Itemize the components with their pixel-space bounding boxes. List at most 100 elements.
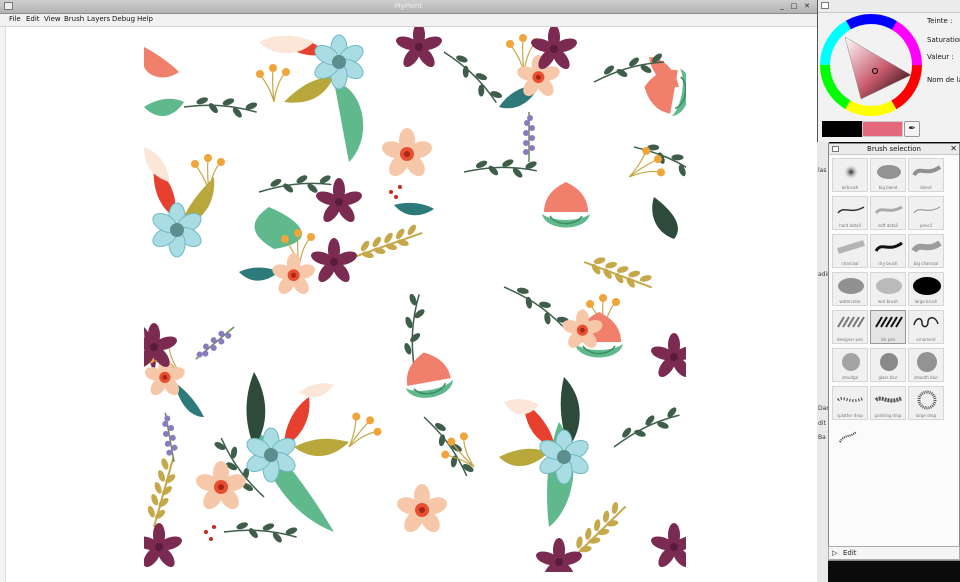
floral-artwork[interactable]: [144, 27, 686, 572]
color-name-label: Nom de la c: [927, 76, 960, 84]
brush-label: watercolor: [839, 299, 861, 304]
brush-label: charcoal: [841, 261, 859, 266]
brush-preview: [912, 165, 942, 177]
brush-tile[interactable]: glass blur: [870, 348, 906, 382]
brush-preview: [837, 316, 865, 328]
brush-preview: [837, 206, 865, 214]
brush-tile[interactable]: smooth blur: [908, 348, 944, 382]
menu-help[interactable]: Help: [137, 15, 153, 23]
edit-label: Edit: [843, 549, 857, 557]
brush-tile[interactable]: splatter drop: [832, 386, 868, 420]
menu-debug[interactable]: Debug: [112, 15, 135, 23]
brush-tile[interactable]: hard detail: [832, 196, 868, 230]
secondary-color-swatch[interactable]: [862, 121, 903, 137]
hue-label: Teinte :: [927, 17, 953, 25]
brush-preview: [913, 277, 941, 295]
brush-label: hard detail: [839, 223, 861, 228]
brush-tile[interactable]: big blend: [870, 158, 906, 192]
brush-label: blend: [920, 185, 932, 190]
brush-label: large drop: [915, 413, 937, 418]
brush-window-title: Brush selection: [867, 145, 921, 153]
brush-tile[interactable]: painting drop: [870, 386, 906, 420]
brush-tile[interactable]: large brush: [908, 272, 944, 306]
brush-edit-expander[interactable]: ▷ Edit: [828, 546, 960, 560]
brush-tile[interactable]: ornament: [908, 310, 944, 344]
brush-tile[interactable]: pencil: [908, 196, 944, 230]
brush-tile[interactable]: ink pen: [870, 310, 906, 344]
brush-label: airbrush: [841, 185, 859, 190]
brush-tile[interactable]: blend: [908, 158, 944, 192]
brush-preview: [911, 240, 942, 253]
brush-tile[interactable]: designer pen: [832, 310, 868, 344]
menu-brush[interactable]: Brush: [64, 15, 84, 23]
edge-text: Ba: [818, 434, 826, 441]
desktop-strip: [828, 561, 960, 582]
brush-label: big charcoal: [913, 261, 939, 266]
brush-label: dry brush: [878, 261, 898, 266]
close-button[interactable]: ✕: [803, 2, 811, 10]
app-icon: [821, 2, 829, 9]
eyedropper-icon: ✒: [908, 124, 916, 134]
brush-label: pencil: [920, 223, 932, 228]
brush-preview: [843, 164, 859, 180]
brush-tile[interactable]: [832, 424, 868, 458]
menubar: File Edit View Brush Layers Debug Help: [0, 14, 817, 27]
color-window: Teinte : Saturation : Valeur : Nom de la…: [817, 0, 960, 142]
color-wheel[interactable]: [820, 14, 922, 116]
brush-tile[interactable]: smudge: [832, 348, 868, 382]
brush-tile[interactable]: airbrush: [832, 158, 868, 192]
brush-preview: [875, 316, 903, 328]
expander-arrow-icon: ▷: [832, 549, 838, 557]
foreground-color-swatch[interactable]: [822, 121, 862, 137]
maximize-button[interactable]: □: [790, 2, 798, 10]
minimize-button[interactable]: _: [778, 2, 786, 10]
brush-tile[interactable]: wet brush: [870, 272, 906, 306]
brush-preview: [913, 206, 941, 214]
brush-preview: [838, 278, 864, 294]
color-window-titlebar[interactable]: [818, 0, 960, 13]
eyedropper-button[interactable]: ✒: [904, 121, 920, 137]
brush-label: wet brush: [878, 299, 898, 304]
brush-window-titlebar[interactable]: Brush selection ✕: [829, 144, 959, 155]
brush-preview: [913, 317, 939, 328]
brush-preview: [917, 352, 937, 372]
brush-preview: [877, 165, 901, 179]
brush-tile[interactable]: watercolor: [832, 272, 868, 306]
brush-tile[interactable]: soft detail: [870, 196, 906, 230]
brush-tile[interactable]: charcoal: [832, 234, 868, 268]
brush-preview: [880, 353, 898, 371]
saturation-label: Saturation :: [927, 36, 960, 44]
brush-label: smooth blur: [913, 375, 939, 380]
brush-preview: [842, 353, 860, 371]
brush-preview: [876, 278, 902, 294]
brush-label: large brush: [914, 299, 938, 304]
brush-label: painting drop: [874, 413, 902, 418]
edge-text: las: [818, 167, 827, 174]
brush-label: smudge: [841, 375, 859, 380]
brush-label: soft detail: [878, 223, 898, 228]
menu-edit[interactable]: Edit: [26, 15, 40, 23]
menu-layers[interactable]: Layers: [87, 15, 110, 23]
brush-preview: [837, 240, 865, 254]
window-title: MyPaint: [394, 2, 423, 10]
brush-window-close-button[interactable]: ✕: [950, 144, 957, 153]
brush-selection-window: Brush selection ✕ airbrush big blend blend…: [828, 143, 960, 561]
brush-preview: [874, 241, 903, 252]
brush-label: splatter drop: [837, 413, 863, 418]
brush-preview: [917, 390, 937, 410]
edge-text: dit: [818, 420, 826, 427]
brush-label: designer pen: [836, 337, 864, 342]
brush-preview: [839, 431, 857, 443]
brush-preview: [874, 396, 903, 403]
brush-tile[interactable]: dry brush: [870, 234, 906, 268]
value-label: Valeur :: [927, 53, 954, 61]
brush-tile[interactable]: big charcoal: [908, 234, 944, 268]
brush-preview: [837, 396, 865, 403]
brush-preview: [874, 205, 903, 215]
main-titlebar[interactable]: MyPaint _ □ ✕: [0, 0, 817, 14]
brush-label: glass blur: [878, 375, 898, 380]
brush-label: big blend: [878, 185, 898, 190]
menu-view[interactable]: View: [44, 15, 61, 23]
brush-tile[interactable]: large drop: [908, 386, 944, 420]
menu-file[interactable]: File: [9, 15, 21, 23]
